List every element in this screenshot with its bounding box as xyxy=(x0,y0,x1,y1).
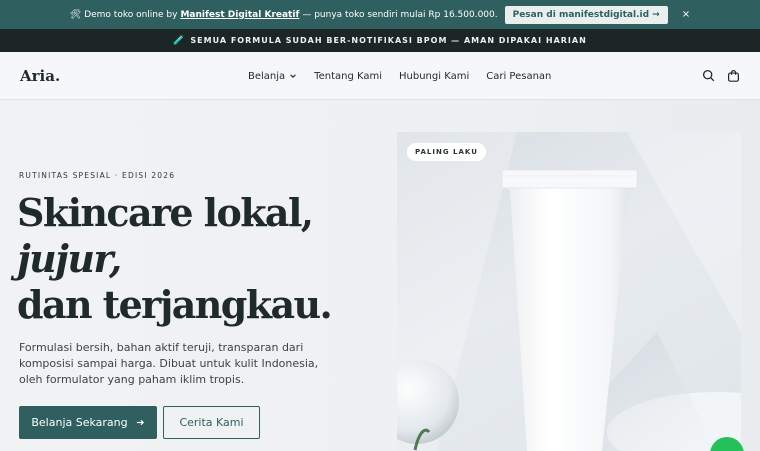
best-seller-badge: PALING LAKU xyxy=(407,143,486,161)
shop-now-label: Belanja Sekarang xyxy=(31,416,128,429)
promo-suffix: — punya toko sendiri mulai Rp 16.500.000… xyxy=(302,9,498,20)
hero-title-line3: dan terjangkau. xyxy=(17,282,333,327)
hero-title: Skincare lokal, jujur, dan terjangkau. xyxy=(17,190,333,328)
product-photo: PALING LAKU xyxy=(397,132,741,451)
hero-description: Formulasi bersih, bahan aktif teruji, tr… xyxy=(19,341,319,386)
nav-item-belanja[interactable]: Belanja xyxy=(248,71,297,82)
promo-bar: 🛠 Demo toko online by Manifest Digital K… xyxy=(0,0,760,29)
test-tube-icon: 🧪 xyxy=(173,35,186,46)
notice-text: SEMUA FORMULA SUDAH BER-NOTIFIKASI BPOM … xyxy=(190,36,587,45)
nav-item-hubungi[interactable]: Hubungi Kami xyxy=(399,71,469,82)
nav-item-label: Belanja xyxy=(248,70,286,82)
logo[interactable]: Aria. xyxy=(20,67,60,85)
cart-icon[interactable] xyxy=(727,69,740,82)
chevron-down-icon xyxy=(290,74,296,78)
hero-title-line2: jujur, xyxy=(17,236,122,281)
product-tube-image xyxy=(397,132,741,451)
promo-cta-button[interactable]: Pesan di manifestdigital.id → xyxy=(504,5,668,24)
main-nav: Belanja Tentang Kami Hubungi Kami Cari P… xyxy=(248,52,551,100)
notice-bar: 🧪 SEMUA FORMULA SUDAH BER-NOTIFIKASI BPO… xyxy=(0,29,760,52)
promo-prefix: 🛠 Demo toko online by xyxy=(69,9,178,20)
hero-eyebrow: RUTINITAS SPESIAL · EDISI 2026 xyxy=(19,171,176,180)
search-icon[interactable] xyxy=(702,69,715,82)
hero-section: RUTINITAS SPESIAL · EDISI 2026 Skincare … xyxy=(0,100,760,451)
site-header: Aria. Belanja Tentang Kami Hubungi Kami … xyxy=(0,52,760,100)
shop-now-button[interactable]: Belanja Sekarang xyxy=(19,406,157,439)
arrow-right-icon xyxy=(136,419,144,426)
promo-brand-link[interactable]: Manifest Digital Kreatif xyxy=(180,10,299,20)
our-story-button[interactable]: Cerita Kami xyxy=(163,406,260,439)
nav-item-cari-pesanan[interactable]: Cari Pesanan xyxy=(486,71,551,82)
hero-title-line1: Skincare lokal, xyxy=(17,190,314,235)
close-icon[interactable]: × xyxy=(682,9,690,20)
nav-item-tentang[interactable]: Tentang Kami xyxy=(314,71,382,82)
